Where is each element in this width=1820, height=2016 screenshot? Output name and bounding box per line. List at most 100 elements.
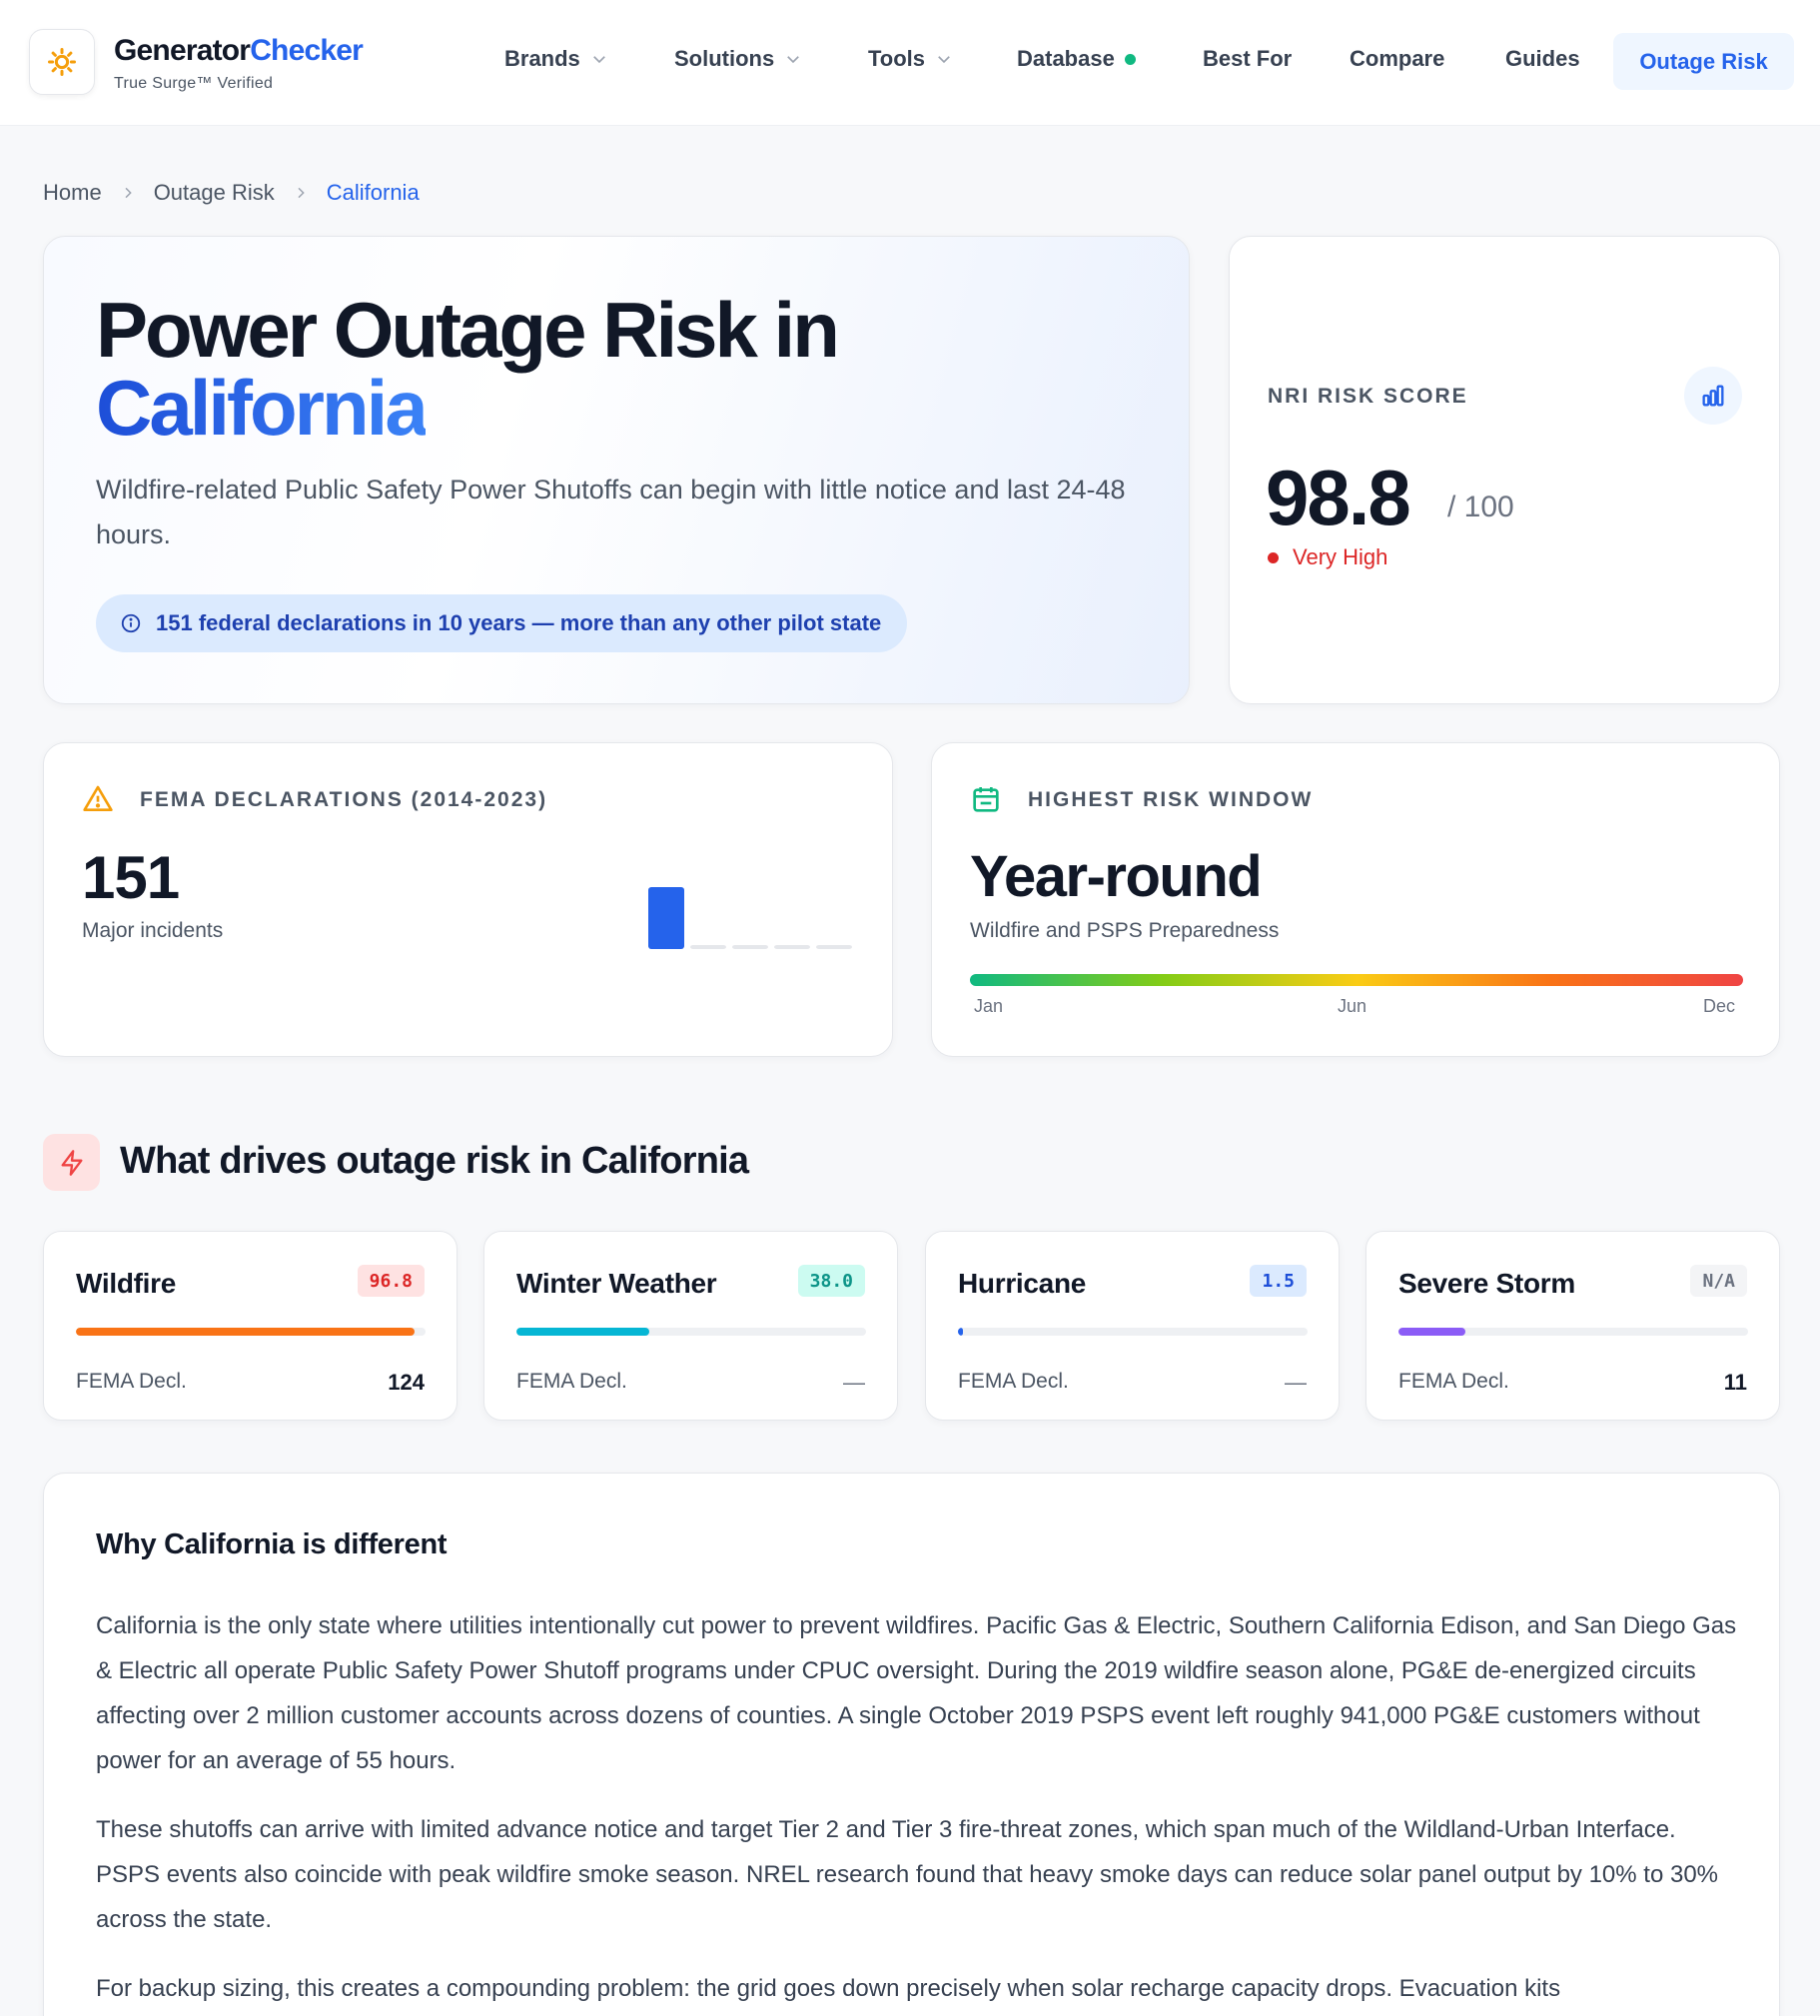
driver-score-fill (1398, 1328, 1465, 1336)
driver-fema-label: FEMA Decl. (1398, 1370, 1509, 1393)
nri-score-card: NRI RISK SCORE 98.8 / 100 Very High (1229, 236, 1780, 704)
highest-risk-value: Year-round (970, 844, 1263, 909)
chevron-right-icon (125, 187, 132, 199)
risk-timeline-bar (970, 974, 1743, 986)
nav-guides[interactable]: Guides (1505, 46, 1580, 72)
lightning-icon-glyph (61, 1149, 83, 1176)
driver-fema-count: 11 (1723, 1370, 1747, 1395)
highest-risk-sub: Wildfire and PSPS Preparedness (970, 919, 1280, 942)
mini-bar (690, 945, 726, 949)
declarations-pill: 151 federal declarations in 10 years — m… (96, 594, 908, 652)
page-title: Power Outage Risk in (96, 286, 840, 374)
status-dot (1268, 551, 1279, 563)
nav-label: Database (1017, 46, 1115, 71)
driver-fema-label: FEMA Decl. (958, 1370, 1069, 1393)
chevron-right-icon (298, 187, 305, 199)
hero-card: Power Outage Risk in California Wildfire… (43, 236, 1190, 704)
driver-score-track (1398, 1328, 1748, 1336)
nav-tools[interactable]: Tools (868, 46, 953, 72)
fema-sub: Major incidents (82, 919, 224, 942)
nri-level: Very High (1268, 544, 1387, 570)
bar-chart-icon[interactable] (1684, 367, 1742, 425)
nav-outage-risk[interactable]: Outage Risk (1613, 33, 1794, 90)
driver-card-hurricane[interactable]: Hurricane 1.5 FEMA Decl. — (925, 1231, 1340, 1421)
driver-card-wildfire[interactable]: Wildfire 96.8 FEMA Decl. 124 (43, 1231, 457, 1421)
breadcrumb: Home Outage Risk California (43, 180, 420, 206)
month-label: Jun (1338, 996, 1367, 1016)
breadcrumb-outage-risk[interactable]: Outage Risk (154, 180, 275, 206)
bar-chart-icon-glyph (1702, 385, 1724, 407)
article-paragraph: California is the only state where utili… (96, 1612, 1737, 1774)
mini-bar (774, 945, 810, 949)
chevron-down-icon (592, 56, 605, 64)
driver-name: Wildfire (76, 1268, 177, 1299)
nav-compare[interactable]: Compare (1350, 46, 1444, 72)
fema-mini-chart (648, 887, 852, 949)
nav-database[interactable]: Database (1017, 46, 1136, 72)
driver-score-badge: N/A (1690, 1265, 1747, 1297)
article-paragraph: These shutoffs can arrive with limited a… (96, 1816, 1719, 1933)
mini-bar (816, 945, 852, 949)
month-label: Dec (1703, 996, 1736, 1016)
driver-score-track (516, 1328, 866, 1336)
nav-brands[interactable]: Brands (504, 46, 608, 72)
fema-declarations-card: FEMA DECLARATIONS (2014-2023) 151 Major … (43, 742, 893, 1057)
driver-score-badge: 1.5 (1250, 1265, 1307, 1297)
pill-text: 151 federal declarations in 10 years — m… (156, 610, 882, 635)
driver-fema-count: — (843, 1370, 865, 1395)
driver-score-track (958, 1328, 1308, 1336)
site-header: GeneratorChecker True Surge™ Verified Br… (0, 0, 1820, 126)
driver-fema-label: FEMA Decl. (76, 1370, 187, 1393)
sun-gear-icon (48, 48, 76, 76)
driver-card-severe-storm[interactable]: Severe Storm N/A FEMA Decl. 11 (1365, 1231, 1780, 1421)
article-card: Why California is different California i… (43, 1473, 1780, 2016)
driver-score-fill (516, 1328, 649, 1336)
driver-name: Hurricane (958, 1268, 1087, 1299)
driver-score-badge: 96.8 (357, 1265, 425, 1297)
nri-level-text: Very High (1293, 544, 1388, 569)
article-title: Why California is different (96, 1528, 448, 1560)
fema-value: 151 (82, 844, 180, 911)
highest-risk-label: HIGHEST RISK WINDOW (1028, 788, 1314, 811)
page-title-state: California (96, 364, 429, 452)
nav-label: Guides (1505, 46, 1580, 71)
info-icon (121, 613, 141, 633)
chevron-down-icon (787, 56, 800, 64)
driver-score-track (76, 1328, 426, 1336)
highest-risk-card: HIGHEST RISK WINDOW Year-round Wildfire … (931, 742, 1780, 1057)
hero-subtitle: Wildfire-related Public Safety Power Shu… (96, 475, 1126, 549)
driver-name: Severe Storm (1398, 1268, 1575, 1299)
nav-best-for[interactable]: Best For (1203, 46, 1292, 72)
driver-fema-count: 124 (388, 1370, 425, 1395)
brand-name-part1: Generator (114, 34, 251, 67)
mini-bar (648, 887, 684, 949)
brand-name-part2: Checker (250, 34, 364, 67)
driver-card-winter-weather[interactable]: Winter Weather 38.0 FEMA Decl. — (483, 1231, 898, 1421)
nav-label: Solutions (674, 46, 775, 71)
driver-fema-label: FEMA Decl. (516, 1370, 627, 1393)
breadcrumb-home[interactable]: Home (43, 180, 102, 206)
month-label: Jan (974, 996, 1004, 1016)
chevron-down-icon (938, 56, 950, 64)
nav-label: Brands (504, 46, 580, 71)
nri-score: 98.8 (1266, 454, 1411, 541)
section-title: What drives outage risk in California (120, 1140, 749, 1182)
warning-icon (83, 785, 113, 811)
breadcrumb-current: California (326, 180, 420, 205)
driver-name: Winter Weather (516, 1268, 717, 1299)
mini-bar (732, 945, 768, 949)
nav-label: Compare (1350, 46, 1445, 71)
logo[interactable] (29, 29, 95, 95)
driver-fema-count: — (1285, 1370, 1307, 1395)
article-paragraph: For backup sizing, this creates a compou… (96, 1975, 1561, 2002)
fema-label: FEMA DECLARATIONS (2014-2023) (140, 788, 548, 811)
lightning-icon (43, 1134, 100, 1191)
nav-solutions[interactable]: Solutions (674, 46, 802, 72)
brand-tagline: True Surge™ Verified (114, 75, 274, 92)
nri-label: NRI RISK SCORE (1268, 385, 1468, 408)
nav-label: Best For (1203, 46, 1293, 71)
nri-score-max: / 100 (1447, 491, 1514, 523)
calendar-icon (973, 787, 999, 812)
brand-name[interactable]: GeneratorChecker (114, 34, 364, 68)
nav-label: Tools (868, 46, 926, 71)
